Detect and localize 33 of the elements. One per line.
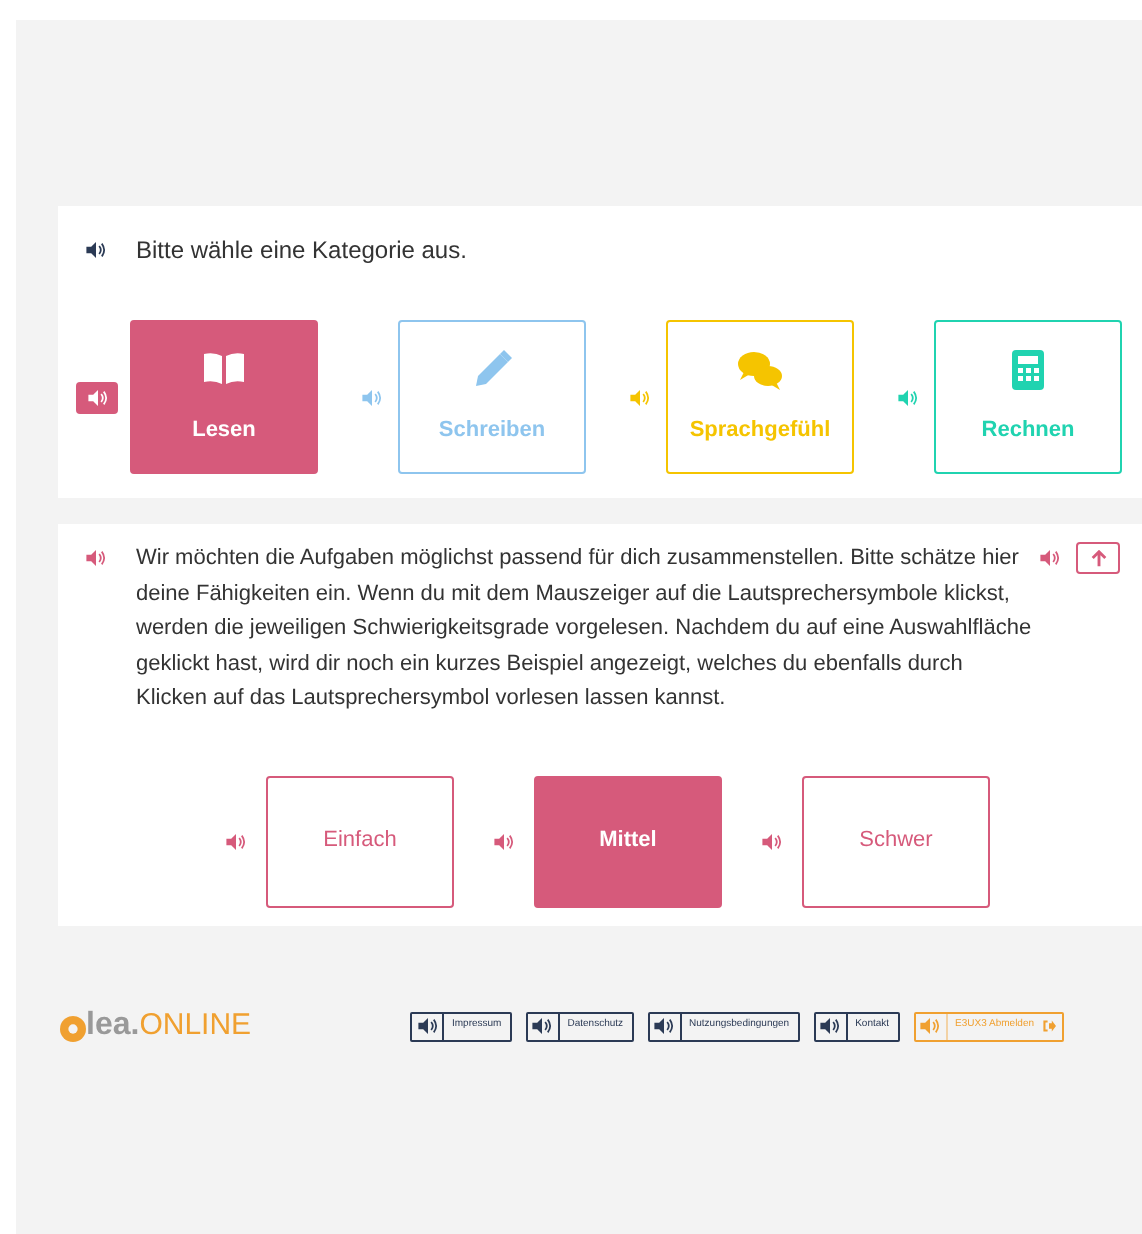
speaker-icon: [86, 550, 106, 566]
logo-name: lea.: [86, 1010, 140, 1042]
speaker-icon: [820, 1018, 841, 1034]
speaker-icon: [87, 389, 107, 405]
speaker-icon: [654, 1018, 675, 1034]
category-tile[interactable]: Lesen: [130, 320, 318, 474]
speaker-icon: [630, 389, 650, 405]
speaker-icon: [494, 833, 514, 849]
logo-dot-icon: [60, 1016, 86, 1042]
speaker-icon: [86, 242, 106, 258]
logo-suffix: ONLINE: [139, 1010, 252, 1042]
speaker-icon: [762, 833, 782, 849]
level-tile[interactable]: Schwer: [802, 775, 990, 907]
prompt-text: Bitte wähle eine Kategorie aus.: [136, 234, 467, 268]
speaker-button[interactable]: [532, 1018, 553, 1034]
speaker-icon: [532, 1018, 553, 1034]
speech-bubbles-icon: [736, 346, 784, 395]
speaker-icon: [1040, 550, 1060, 566]
category-tile[interactable]: Rechnen: [934, 320, 1122, 474]
logout-icon: [1042, 1020, 1057, 1032]
speaker-icon: [920, 1018, 941, 1034]
speaker-button[interactable]: [820, 1018, 841, 1034]
intro-paragraph: Wir möchten die Aufgaben möglichst passend für dich zusammenstellen. Bitte schätze hier deine Fähigkeiten ein. Wenn du mit dem Mauszeiger auf die Lautsprechersymbole klickst, werden die jeweiligen Schwierigkeitsgrade vorgelesen. Nachdem du auf eine Auswahlfläche geklickt hast, wird dir noch ein kurzes Beispiel angezeigt, welches du ebenfalls durch Klicken auf das Lautsprechersymbol vorlesen lassen kannst.: [136, 544, 1034, 714]
speaker-icon: [898, 389, 918, 405]
level-tile[interactable]: Einfach: [266, 775, 454, 907]
speaker-button[interactable]: [654, 1018, 675, 1034]
arrow-up-icon: [1089, 549, 1107, 567]
speaker-icon: [417, 1018, 437, 1034]
speaker-icon: [362, 389, 382, 405]
speaker-button[interactable]: [417, 1018, 437, 1034]
speaker-icon: [226, 833, 246, 849]
scroll-up-button[interactable]: [1076, 542, 1120, 574]
level-tile[interactable]: Mittel: [534, 775, 722, 907]
